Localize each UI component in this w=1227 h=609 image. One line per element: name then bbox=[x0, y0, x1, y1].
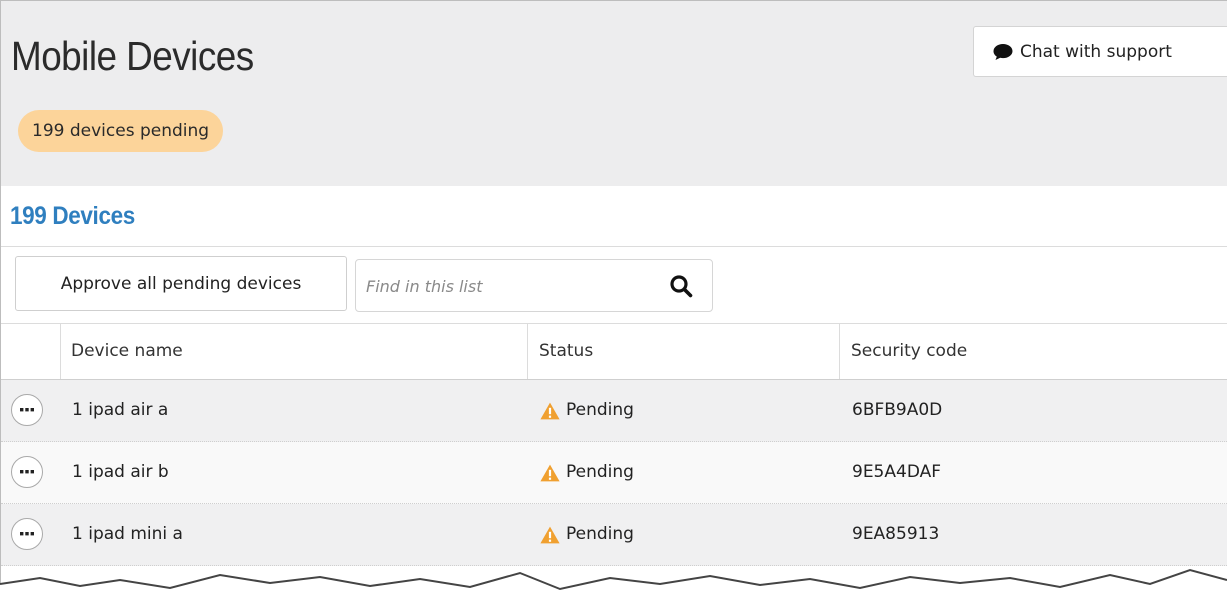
ellipsis-icon bbox=[20, 532, 34, 536]
chat-with-support-button[interactable]: Chat with support bbox=[973, 26, 1227, 77]
column-header-security-code[interactable]: Security code bbox=[840, 324, 967, 379]
approve-all-button[interactable]: Approve all pending devices bbox=[15, 256, 347, 311]
heading-divider bbox=[1, 246, 1227, 247]
status-cell: Pending bbox=[540, 504, 634, 565]
search-box bbox=[355, 259, 713, 312]
table-row[interactable]: 1 ipad mini a Pending 9EA85913 bbox=[1, 504, 1227, 566]
row-actions-button[interactable] bbox=[11, 518, 43, 550]
chat-button-label: Chat with support bbox=[1020, 41, 1172, 62]
speech-bubble-icon bbox=[993, 43, 1013, 60]
device-name-cell[interactable]: 1 ipad air b bbox=[72, 442, 169, 503]
security-code-cell: 9E5A4DAF bbox=[852, 462, 942, 482]
table-row[interactable]: 1 ipad air a Pending 6BFB9A0D bbox=[1, 380, 1227, 442]
search-input[interactable] bbox=[364, 268, 648, 305]
status-label: Pending bbox=[566, 462, 634, 482]
search-icon[interactable] bbox=[669, 274, 693, 298]
page-title: Mobile Devices bbox=[11, 33, 254, 79]
pending-devices-badge: 199 devices pending bbox=[18, 110, 224, 152]
table-row[interactable]: 1 ipad air b Pending 9E5A4DAF bbox=[1, 442, 1227, 504]
status-label: Pending bbox=[566, 400, 634, 420]
row-actions-button[interactable] bbox=[11, 394, 43, 426]
warning-triangle-icon bbox=[540, 464, 560, 481]
page-header: Mobile Devices 199 devices pending Chat … bbox=[1, 1, 1227, 186]
column-header-status[interactable]: Status bbox=[528, 324, 593, 379]
torn-paper-edge bbox=[0, 568, 1227, 609]
devices-count-heading: 199 Devices bbox=[10, 202, 135, 230]
security-code-cell: 9EA85913 bbox=[852, 524, 940, 544]
row-actions-button[interactable] bbox=[11, 456, 43, 488]
table-header: Device name Status Security code bbox=[1, 323, 1227, 380]
devices-table: Device name Status Security code 1 ipad … bbox=[1, 323, 1227, 566]
device-name-cell[interactable]: 1 ipad mini a bbox=[72, 504, 183, 565]
ellipsis-icon bbox=[20, 470, 34, 474]
warning-triangle-icon bbox=[540, 402, 560, 419]
ellipsis-icon bbox=[20, 408, 34, 412]
device-name-cell[interactable]: 1 ipad air a bbox=[72, 380, 168, 441]
status-cell: Pending bbox=[540, 380, 634, 441]
column-header-device-name[interactable]: Device name bbox=[60, 324, 183, 379]
status-label: Pending bbox=[566, 524, 634, 544]
status-cell: Pending bbox=[540, 442, 634, 503]
security-code-cell: 6BFB9A0D bbox=[852, 400, 943, 420]
warning-triangle-icon bbox=[540, 526, 560, 543]
